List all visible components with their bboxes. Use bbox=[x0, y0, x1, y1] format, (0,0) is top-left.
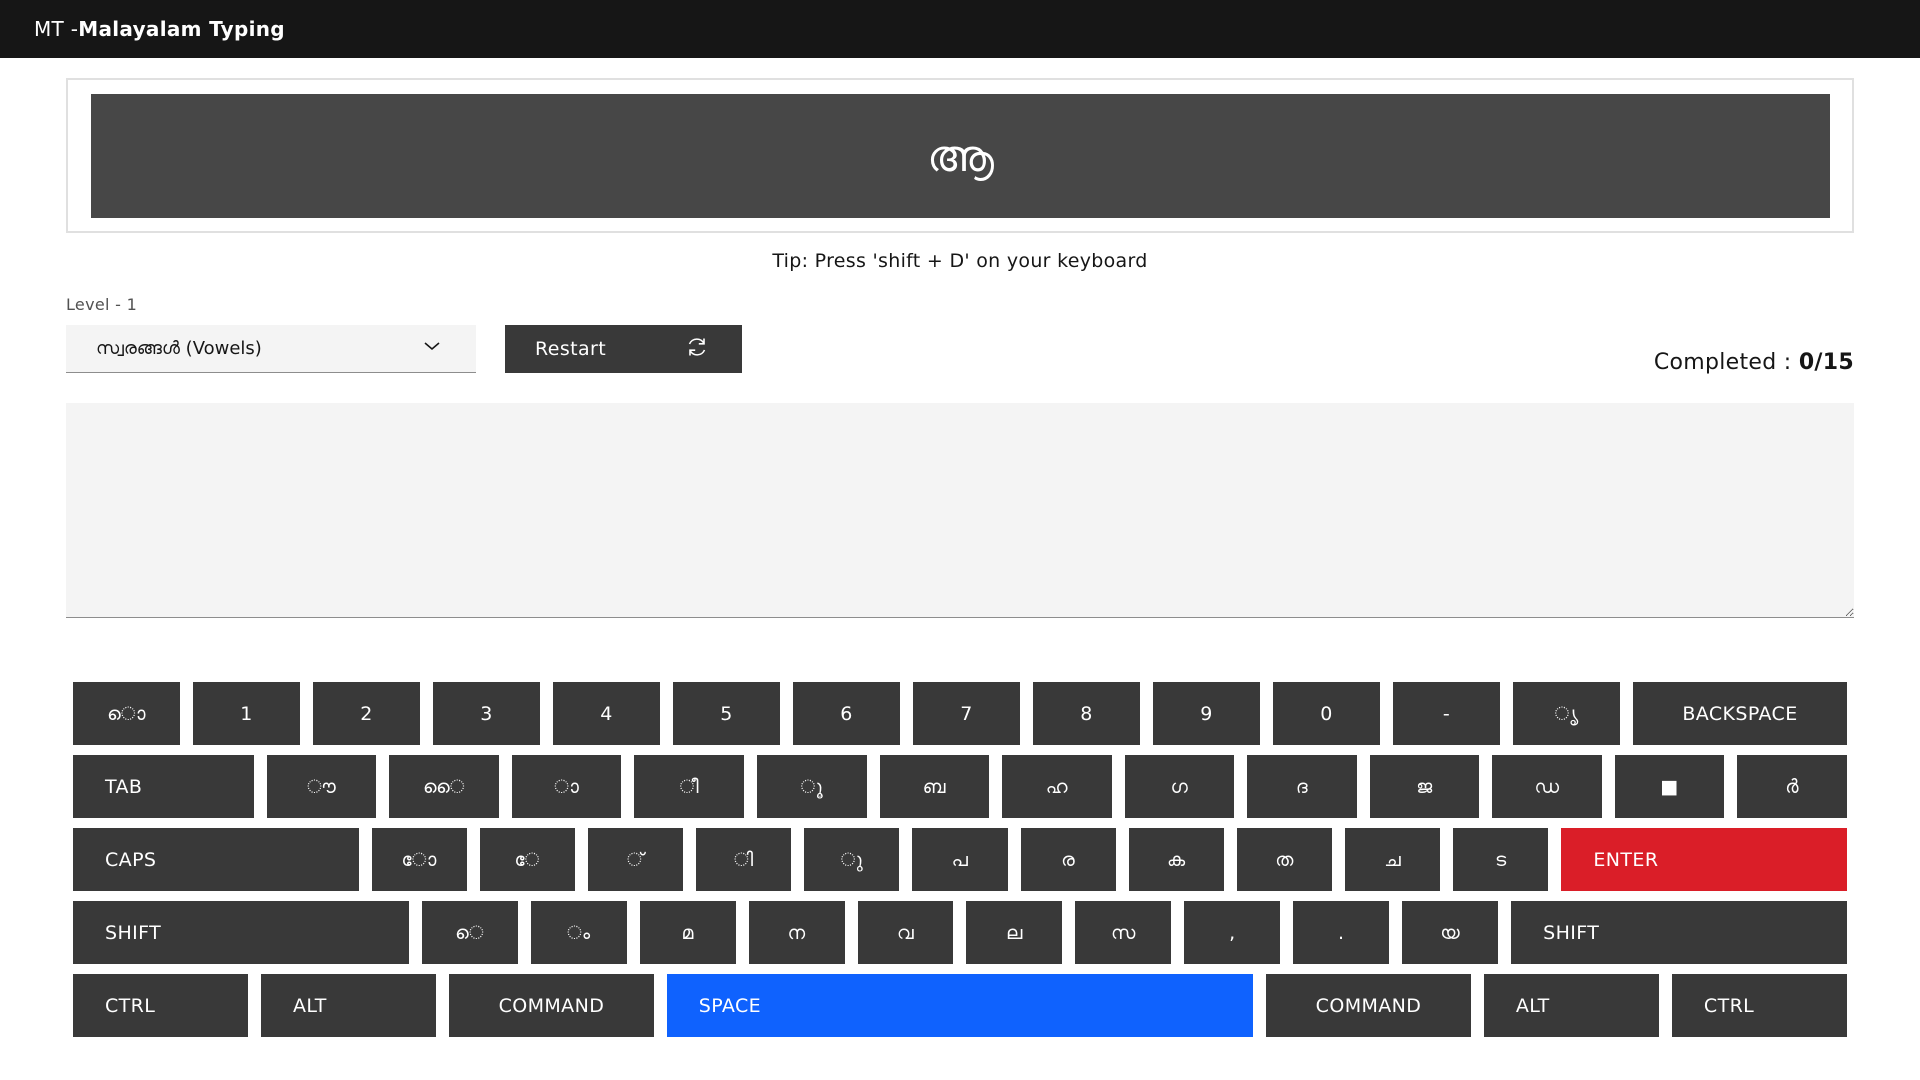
key-space[interactable]: SPACE bbox=[666, 974, 1254, 1037]
key-char[interactable]: ൂ bbox=[756, 755, 867, 818]
key-char[interactable]: ാ bbox=[511, 755, 622, 818]
key-char[interactable]: ല bbox=[966, 901, 1063, 964]
key-char[interactable]: ി bbox=[696, 828, 792, 891]
key-char[interactable]: ALT bbox=[1483, 974, 1659, 1037]
keyboard-row: CAPSോേ്ിു പ ര ക ത ച ട ENTER bbox=[73, 828, 1847, 891]
key-char[interactable]: BACKSPACE bbox=[1633, 682, 1847, 745]
key-char[interactable]: േ bbox=[479, 828, 575, 891]
key-char[interactable]: . bbox=[1293, 901, 1390, 964]
key-char[interactable]: സ bbox=[1075, 901, 1172, 964]
key-char[interactable]: 0 bbox=[1273, 682, 1380, 745]
app-header: MT - Malayalam Typing bbox=[0, 0, 1920, 58]
key-char[interactable]: ALT bbox=[261, 974, 437, 1037]
key-char[interactable]: ് bbox=[587, 828, 684, 891]
completed-counter: Completed : 0/15 bbox=[1654, 350, 1854, 375]
key-char[interactable]: പ bbox=[912, 828, 1008, 891]
tip-text: Tip: Press 'shift + D' on your keyboard bbox=[772, 250, 1148, 272]
completed-label: Completed : bbox=[1653, 350, 1799, 375]
key-char[interactable]: െ bbox=[421, 901, 518, 964]
key-char[interactable]: CAPS bbox=[73, 828, 359, 891]
key-char[interactable]: 6 bbox=[793, 682, 900, 745]
key-char[interactable]: ഗ bbox=[1124, 755, 1235, 818]
key-char[interactable]: 3 bbox=[433, 682, 540, 745]
key-char[interactable]: ച bbox=[1345, 828, 1441, 891]
key-char[interactable]: CTRL bbox=[73, 974, 249, 1037]
key-char[interactable]: 9 bbox=[1153, 682, 1260, 745]
keyboard-row: ൊ 1 2 3 4 5 6 7 8 9 0-ൃ BACKSPACE bbox=[73, 682, 1847, 745]
key-char[interactable]: SHIFT bbox=[73, 901, 409, 964]
key-char[interactable]: 4 bbox=[553, 682, 660, 745]
keyboard-row: TABൗൈാീൂ ബ ഹ ഗ ദ ജ ഡ ■ ർ bbox=[73, 755, 1847, 818]
chevron-down-icon bbox=[422, 336, 442, 361]
key-char[interactable]: ോ bbox=[371, 828, 467, 891]
restart-button-label: Restart bbox=[535, 338, 607, 360]
keyboard-row: CTRL ALT COMMAND SPACE COMMAND ALT CTRL bbox=[73, 974, 1847, 1037]
key-char[interactable]: ദ bbox=[1247, 755, 1357, 818]
key-char[interactable]: 1 bbox=[193, 682, 300, 745]
key-char[interactable]: ം bbox=[530, 901, 627, 964]
key-char[interactable]: ന bbox=[748, 901, 845, 964]
key-char[interactable]: 7 bbox=[913, 682, 1020, 745]
key-char[interactable]: ര bbox=[1020, 828, 1116, 891]
virtual-keyboard: ൊ 1 2 3 4 5 6 7 8 9 0-ൃ BACKSPACE TABൗൈാീൂ ബ ഹ ഗ ദ ജ ഡ ■ ർ CA… bbox=[73, 682, 1847, 1047]
app-title: Malayalam Typing bbox=[78, 17, 285, 41]
restart-button[interactable]: Restart bbox=[505, 325, 742, 373]
key-char[interactable]: SHIFT bbox=[1511, 901, 1847, 964]
key-char[interactable]: വ bbox=[857, 901, 954, 964]
current-character: ആ bbox=[91, 94, 1830, 218]
key-char[interactable]: ■ bbox=[1614, 755, 1725, 818]
key-char[interactable]: ൗ bbox=[266, 755, 377, 818]
character-display-frame: ആ bbox=[66, 78, 1854, 233]
key-char[interactable]: ൊ bbox=[73, 682, 180, 745]
key-char[interactable]: ർ bbox=[1737, 755, 1847, 818]
key-char[interactable]: ഹ bbox=[1002, 755, 1112, 818]
typing-input[interactable] bbox=[66, 403, 1854, 618]
key-char[interactable]: ീ bbox=[634, 755, 744, 818]
key-char[interactable]: ബ bbox=[879, 755, 990, 818]
key-char[interactable]: 8 bbox=[1033, 682, 1140, 745]
key-char[interactable]: 5 bbox=[673, 682, 780, 745]
key-char[interactable]: CTRL bbox=[1671, 974, 1847, 1037]
key-char[interactable]: ക bbox=[1128, 828, 1224, 891]
completed-value: 0/15 bbox=[1798, 350, 1854, 375]
key-char[interactable]: മ bbox=[639, 901, 736, 964]
level-dropdown-value: സ്വരങ്ങൾ (Vowels) bbox=[96, 338, 262, 359]
app-title-prefix: MT - bbox=[34, 17, 79, 41]
key-enter[interactable]: ENTER bbox=[1561, 828, 1847, 891]
level-dropdown[interactable]: സ്വരങ്ങൾ (Vowels) bbox=[66, 325, 476, 373]
key-char[interactable]: 2 bbox=[313, 682, 420, 745]
key-char[interactable]: ു bbox=[804, 828, 900, 891]
refresh-icon bbox=[684, 334, 710, 365]
key-char[interactable]: COMMAND bbox=[1266, 974, 1471, 1037]
keyboard-row: SHIFTെം മ ന വ ല സ,. യ SHIFT bbox=[73, 901, 1847, 964]
key-char[interactable]: , bbox=[1184, 901, 1281, 964]
key-char[interactable]: ട bbox=[1453, 828, 1549, 891]
level-label: Level - 1 bbox=[66, 295, 138, 314]
key-char[interactable]: ജ bbox=[1369, 755, 1480, 818]
key-char[interactable]: ത bbox=[1236, 828, 1333, 891]
key-char[interactable]: COMMAND bbox=[449, 974, 654, 1037]
key-char[interactable]: ൈ bbox=[389, 755, 499, 818]
key-char[interactable]: ഡ bbox=[1492, 755, 1602, 818]
key-char[interactable]: TAB bbox=[73, 755, 254, 818]
key-char[interactable]: - bbox=[1393, 682, 1500, 745]
key-char[interactable]: ൃ bbox=[1513, 682, 1620, 745]
key-char[interactable]: യ bbox=[1402, 901, 1499, 964]
